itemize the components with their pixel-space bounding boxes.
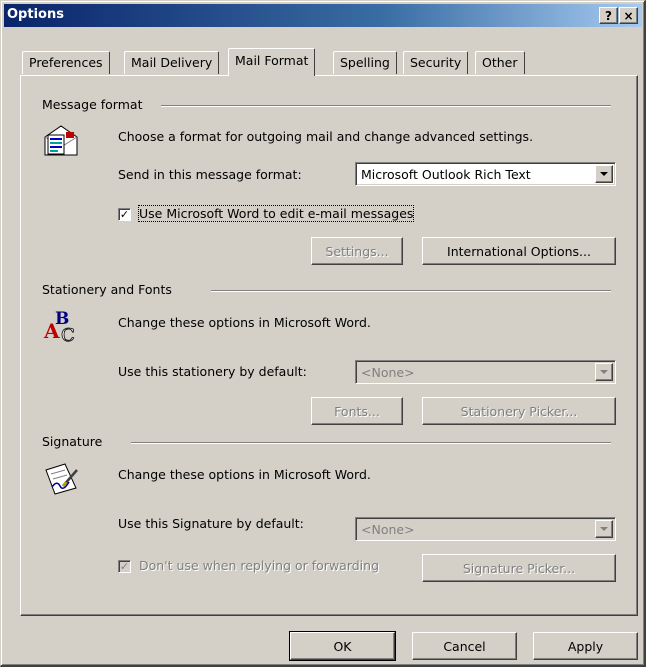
message-format-group-label: Message format (42, 97, 147, 112)
apply-button[interactable]: Apply (533, 632, 638, 660)
cancel-button[interactable]: Cancel (412, 632, 517, 660)
stationery-picker-button[interactable]: Stationery Picker... (422, 397, 616, 425)
send-format-label: Send in this message format: (118, 167, 302, 182)
signature-label: Use this Signature by default: (118, 516, 304, 531)
fonts-abc-icon: B A C (43, 309, 75, 344)
chevron-down-icon[interactable] (595, 363, 613, 381)
international-options-button[interactable]: International Options... (422, 237, 616, 265)
signature-pen-icon (45, 463, 78, 495)
send-format-dropdown[interactable]: Microsoft Outlook Rich Text (355, 162, 616, 186)
stationery-dropdown[interactable]: <None> (355, 360, 616, 384)
close-button[interactable]: × (619, 7, 638, 24)
mail-format-panel: Message format Choose a format for outgo… (20, 75, 638, 616)
signature-description: Change these options in Microsoft Word. (118, 467, 371, 482)
fonts-button[interactable]: Fonts... (311, 397, 403, 425)
envelope-document-icon (44, 125, 78, 156)
ok-button[interactable]: OK (289, 631, 396, 661)
settings-button[interactable]: Settings... (311, 237, 403, 265)
svg-text:A: A (43, 319, 60, 343)
options-dialog: Options ? × Preferences Mail Delivery Ma… (0, 0, 646, 667)
svg-text:C: C (61, 325, 75, 344)
no-reply-checkbox[interactable]: ✓ (118, 560, 131, 573)
tab-preferences[interactable]: Preferences (22, 51, 110, 74)
group-divider (211, 290, 611, 292)
group-divider (131, 442, 611, 444)
use-word-label[interactable]: Use Microsoft Word to edit e-mail messag… (137, 205, 415, 222)
group-divider (161, 105, 611, 107)
tab-mail-delivery[interactable]: Mail Delivery (124, 51, 220, 74)
title-bar[interactable]: Options ? × (4, 4, 642, 27)
signature-value: <None> (361, 522, 415, 537)
send-format-value: Microsoft Outlook Rich Text (361, 167, 531, 182)
signature-picker-button[interactable]: Signature Picker... (422, 554, 616, 582)
stationery-value: <None> (361, 365, 415, 380)
help-button[interactable]: ? (599, 7, 618, 24)
chevron-down-icon[interactable] (595, 520, 613, 538)
signature-dropdown[interactable]: <None> (355, 517, 616, 541)
stationery-description: Change these options in Microsoft Word. (118, 315, 371, 330)
chevron-down-icon[interactable] (595, 165, 613, 183)
message-format-description: Choose a format for outgoing mail and ch… (118, 129, 534, 144)
stationery-label: Use this stationery by default: (118, 364, 307, 379)
tab-other[interactable]: Other (475, 51, 525, 74)
tab-spelling[interactable]: Spelling (333, 51, 397, 74)
stationery-group-label: Stationery and Fonts (42, 282, 176, 297)
use-word-checkbox[interactable]: ✓ (118, 208, 131, 221)
tab-mail-format[interactable]: Mail Format (228, 48, 316, 76)
window-title: Options (7, 7, 64, 22)
tab-security[interactable]: Security (403, 51, 469, 74)
no-reply-label[interactable]: Don't use when replying or forwarding (139, 558, 379, 573)
signature-group-label: Signature (42, 434, 107, 449)
